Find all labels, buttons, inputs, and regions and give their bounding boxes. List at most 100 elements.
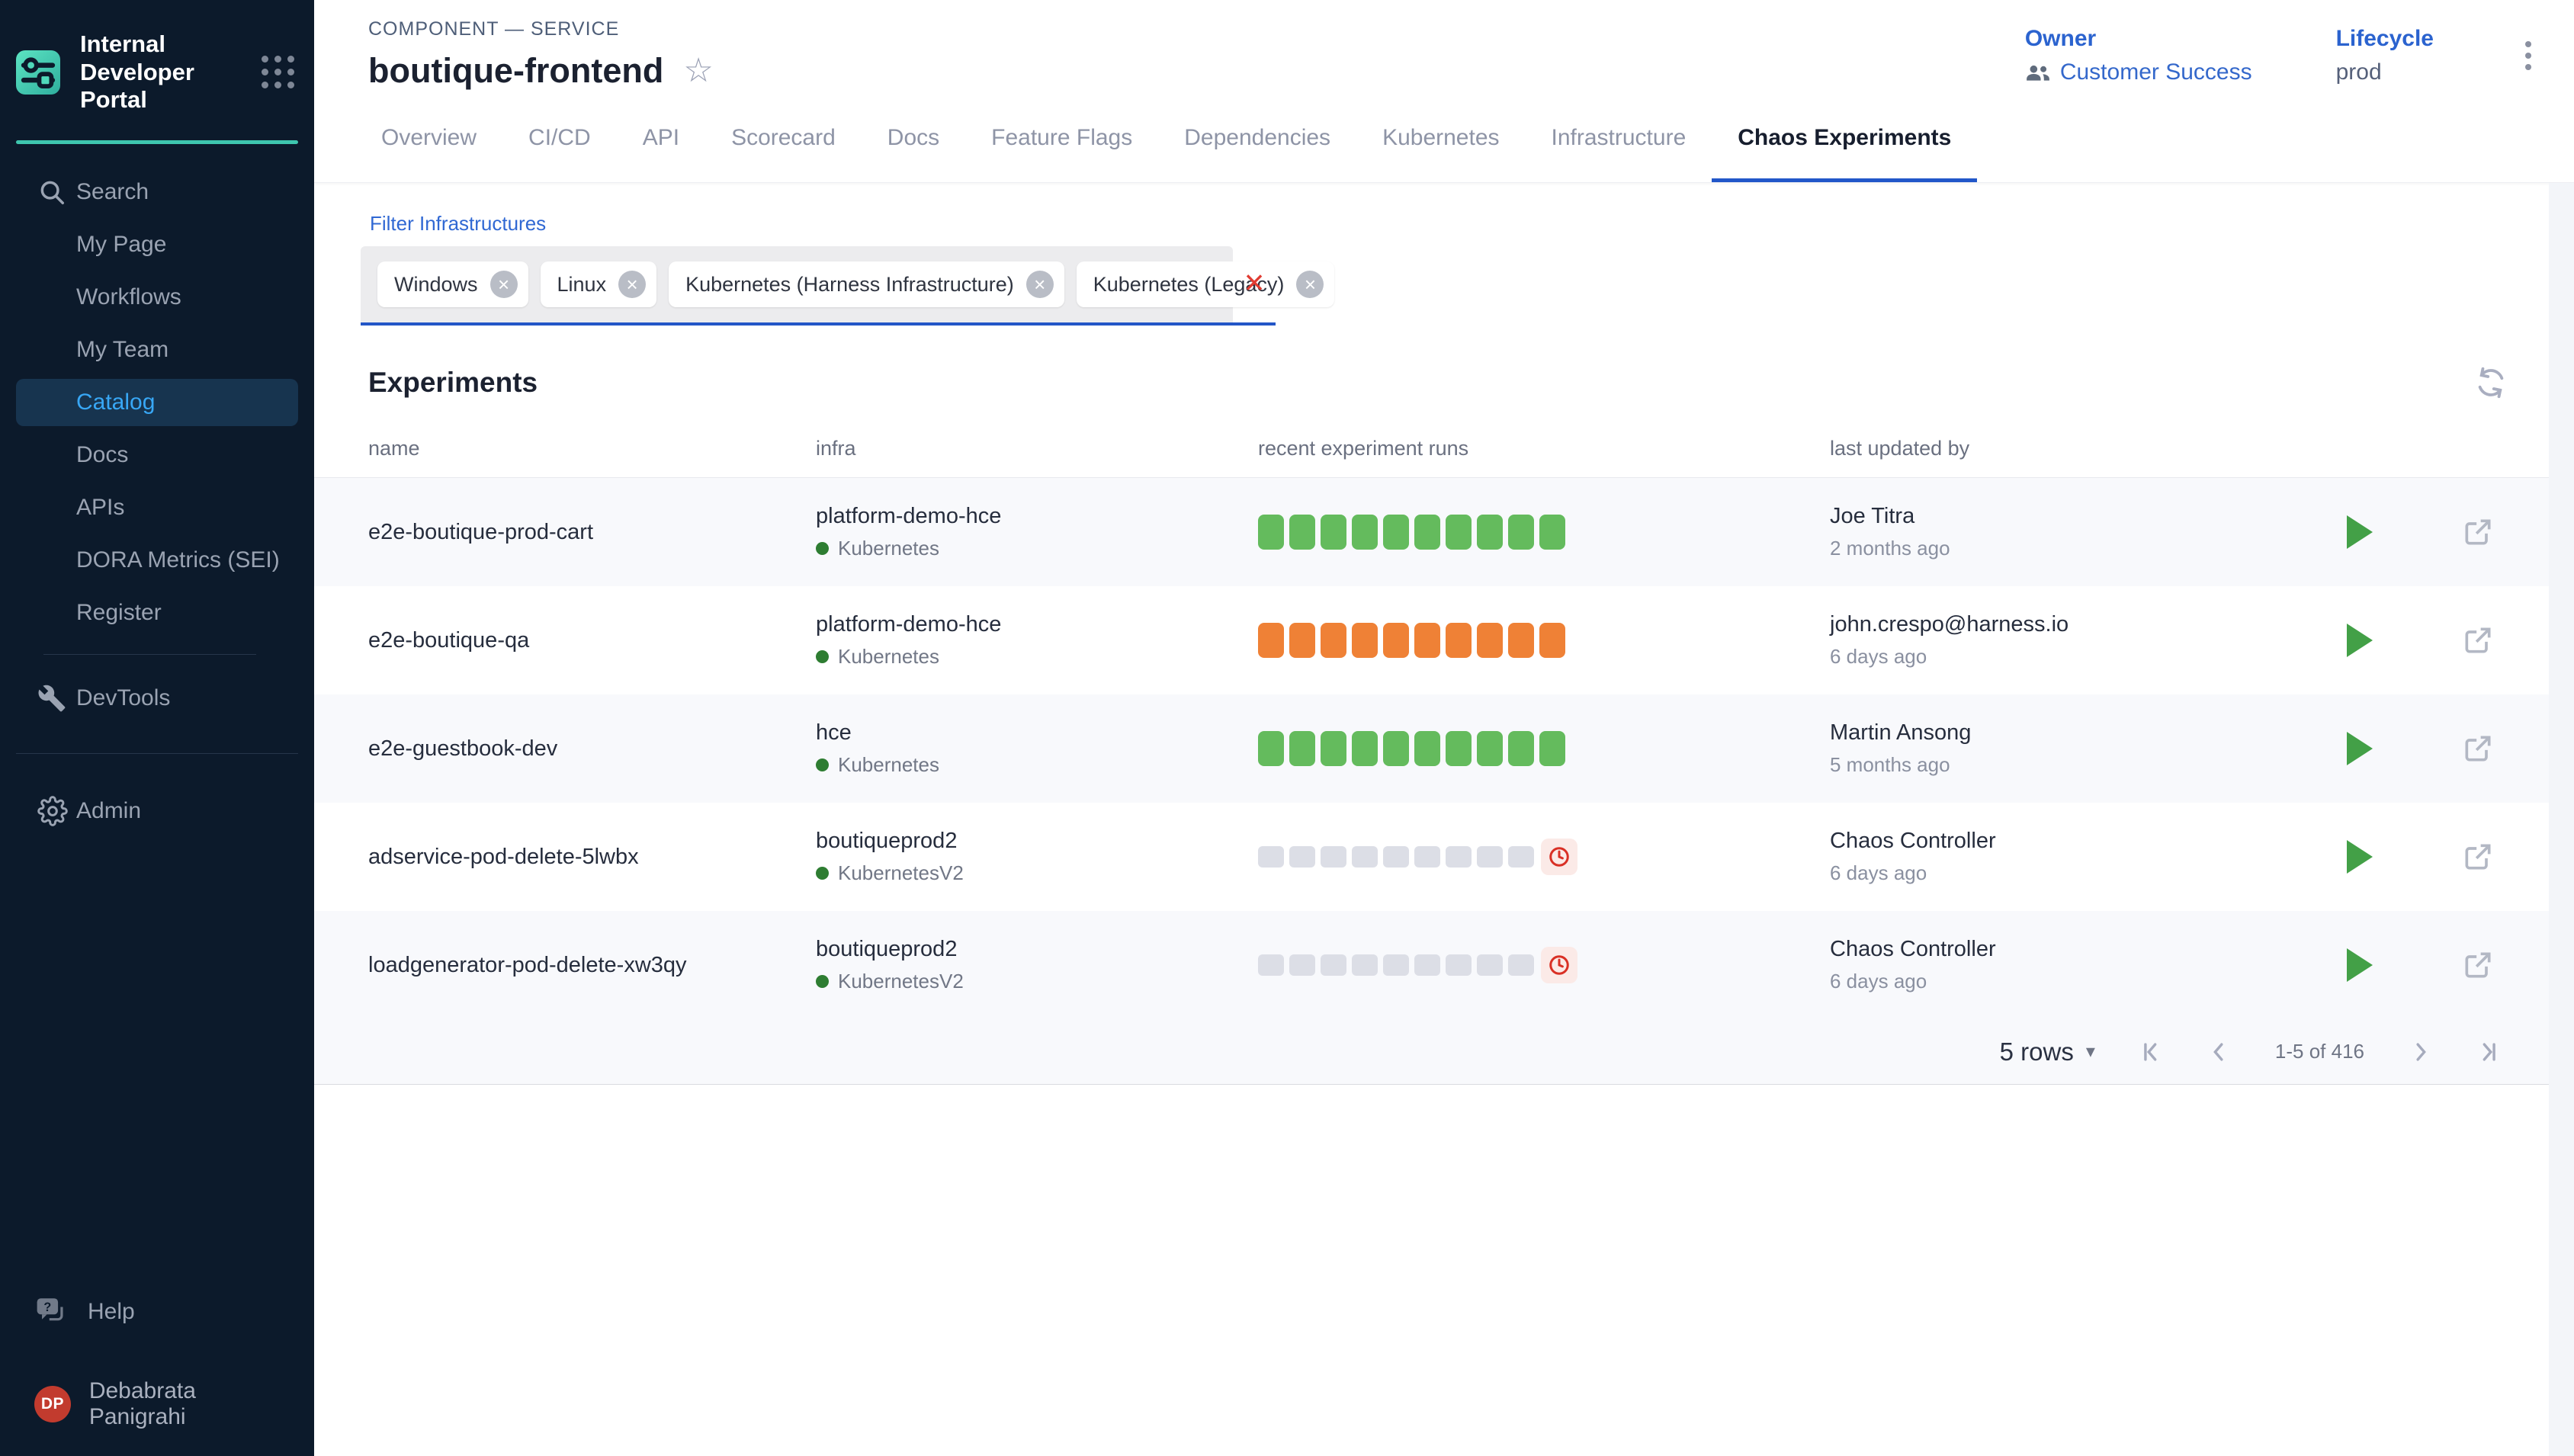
- updated-cell: Chaos Controller 6 days ago: [1830, 829, 2325, 885]
- run-experiment-button[interactable]: [2347, 948, 2373, 982]
- table-row: e2e-guestbook-dev hce Kubernetes Martin …: [314, 694, 2574, 803]
- experiment-name: e2e-guestbook-dev: [368, 736, 816, 762]
- chip-remove-icon[interactable]: ×: [490, 271, 518, 298]
- sidebar-item-label: Register: [76, 600, 162, 626]
- more-options-icon[interactable]: [2518, 30, 2539, 81]
- owner-value: Customer Success: [2060, 59, 2252, 85]
- sidebar-item-search[interactable]: Search: [16, 168, 298, 216]
- run-experiment-button[interactable]: [2347, 624, 2373, 657]
- run-status-square-success: [1258, 515, 1284, 550]
- filter-chip-windows[interactable]: Windows×: [377, 261, 528, 307]
- user-name: Debabrata Panigrahi: [89, 1378, 298, 1430]
- overdue-clock-icon: [1541, 839, 1577, 875]
- chip-label: Linux: [557, 273, 607, 297]
- open-in-new-icon[interactable]: [2461, 624, 2495, 657]
- help-button[interactable]: ? Help: [16, 1288, 298, 1336]
- first-page-icon[interactable]: [2138, 1039, 2164, 1065]
- table-header: name infra recent experiment runs last u…: [314, 420, 2574, 478]
- open-in-new-icon[interactable]: [2461, 515, 2495, 549]
- sidebar-item-apis[interactable]: APIs: [16, 484, 298, 531]
- favorite-star-icon[interactable]: ☆: [683, 54, 713, 88]
- filter-chip-kubernetes-harness-infrastructure[interactable]: Kubernetes (Harness Infrastructure)×: [669, 261, 1064, 307]
- filter-chip-kubernetes-legacy[interactable]: Kubernetes (Legacy)×: [1077, 261, 1335, 307]
- run-status-square-success: [1508, 731, 1534, 766]
- user-menu[interactable]: DP Debabrata Panigrahi: [16, 1380, 298, 1429]
- row-actions: [2325, 515, 2518, 549]
- next-page-icon[interactable]: [2407, 1039, 2433, 1065]
- sidebar-item-register[interactable]: Register: [16, 589, 298, 637]
- run-status-square-success: [1289, 515, 1315, 550]
- tab-docs[interactable]: Docs: [862, 98, 965, 182]
- chip-remove-icon[interactable]: ×: [1026, 271, 1054, 298]
- filter-input[interactable]: Windows×Linux×Kubernetes (Harness Infras…: [361, 246, 1276, 326]
- tab-overview[interactable]: Overview: [355, 98, 502, 182]
- updated-time: 5 months ago: [1830, 753, 2325, 777]
- updated-cell: Joe Titra 2 months ago: [1830, 504, 2325, 560]
- owner-block: Owner Customer Success: [2025, 26, 2252, 85]
- app-title: Internal Developer Portal: [80, 30, 242, 114]
- infra-cell: boutiqueprod2 KubernetesV2: [816, 829, 1258, 885]
- tab-content: Filter Infrastructures Windows×Linux×Kub…: [314, 183, 2574, 1456]
- run-status-square-success: [1539, 515, 1565, 550]
- sidebar-item-catalog[interactable]: Catalog: [16, 379, 298, 426]
- infra-type: Kubernetes: [838, 645, 939, 669]
- tab-feature-flags[interactable]: Feature Flags: [965, 98, 1158, 182]
- sidebar-nav-admin: Admin: [0, 780, 314, 840]
- filter-chip-linux[interactable]: Linux ×: [541, 261, 657, 307]
- refresh-icon[interactable]: [2473, 365, 2508, 400]
- sidebar: Internal Developer Portal Search My Page W…: [0, 0, 314, 1456]
- run-status-square-success: [1414, 515, 1440, 550]
- sidebar-item-admin[interactable]: Admin: [16, 787, 298, 835]
- infra-type: Kubernetes: [838, 753, 939, 777]
- owner-link[interactable]: Customer Success: [2025, 59, 2252, 85]
- open-in-new-icon[interactable]: [2461, 840, 2495, 874]
- sidebar-item-workflows[interactable]: Workflows: [16, 274, 298, 321]
- run-experiment-button[interactable]: [2347, 515, 2373, 549]
- tab-api[interactable]: API: [617, 98, 705, 182]
- run-status-square-failed: [1383, 623, 1409, 658]
- tab-kubernetes[interactable]: Kubernetes: [1356, 98, 1525, 182]
- help-label: Help: [88, 1299, 135, 1325]
- rows-per-page-select[interactable]: 5 rows ▾: [2000, 1037, 2095, 1066]
- user-avatar: DP: [34, 1386, 71, 1422]
- tab-scorecard[interactable]: Scorecard: [705, 98, 862, 182]
- owner-label: Owner: [2025, 26, 2252, 52]
- pagination-bar: 5 rows ▾ 1-5 of 416: [314, 1019, 2574, 1085]
- run-status-square-success: [1258, 731, 1284, 766]
- infra-type: KubernetesV2: [838, 861, 964, 885]
- recent-runs-cell: [1258, 839, 1830, 875]
- sidebar-item-label: DevTools: [76, 685, 170, 711]
- open-in-new-icon[interactable]: [2461, 948, 2495, 982]
- recent-runs-cell: [1258, 623, 1830, 658]
- entity-kind: COMPONENT — SERVICE: [368, 18, 714, 40]
- updated-by: Chaos Controller: [1830, 829, 2325, 854]
- last-page-icon[interactable]: [2476, 1039, 2502, 1065]
- run-experiment-button[interactable]: [2347, 732, 2373, 765]
- row-actions: [2325, 624, 2518, 657]
- infra-cell: platform-demo-hce Kubernetes: [816, 504, 1258, 560]
- sidebar-item-my-team[interactable]: My Team: [16, 326, 298, 374]
- run-status-square-empty: [1383, 846, 1409, 868]
- run-status-square-empty: [1508, 846, 1534, 868]
- tab-ci-cd[interactable]: CI/CD: [502, 98, 617, 182]
- run-experiment-button[interactable]: [2347, 840, 2373, 874]
- prev-page-icon[interactable]: [2207, 1039, 2232, 1065]
- clear-filters-icon[interactable]: ×: [1233, 246, 1276, 322]
- apps-grid-icon[interactable]: [262, 56, 294, 88]
- chip-remove-icon[interactable]: ×: [618, 271, 646, 298]
- tab-infrastructure[interactable]: Infrastructure: [1526, 98, 1712, 182]
- sidebar-item-devtools[interactable]: DevTools: [16, 675, 298, 722]
- tab-chaos-experiments[interactable]: Chaos Experiments: [1712, 98, 1977, 182]
- chip-remove-icon[interactable]: ×: [1296, 271, 1324, 298]
- sidebar-item-docs[interactable]: Docs: [16, 431, 298, 479]
- open-in-new-icon[interactable]: [2461, 732, 2495, 765]
- run-status-square-failed: [1321, 623, 1346, 658]
- sidebar-item-my-page[interactable]: My Page: [16, 221, 298, 268]
- col-header-updated: last updated by: [1830, 437, 2325, 460]
- rows-per-page-value: 5 rows: [2000, 1037, 2074, 1066]
- tab-dependencies[interactable]: Dependencies: [1158, 98, 1356, 182]
- infra-cell: hce Kubernetes: [816, 720, 1258, 777]
- help-chat-icon: ?: [36, 1297, 68, 1327]
- updated-time: 6 days ago: [1830, 970, 2325, 993]
- sidebar-item-dora-metrics-sei[interactable]: DORA Metrics (SEI): [16, 537, 298, 584]
